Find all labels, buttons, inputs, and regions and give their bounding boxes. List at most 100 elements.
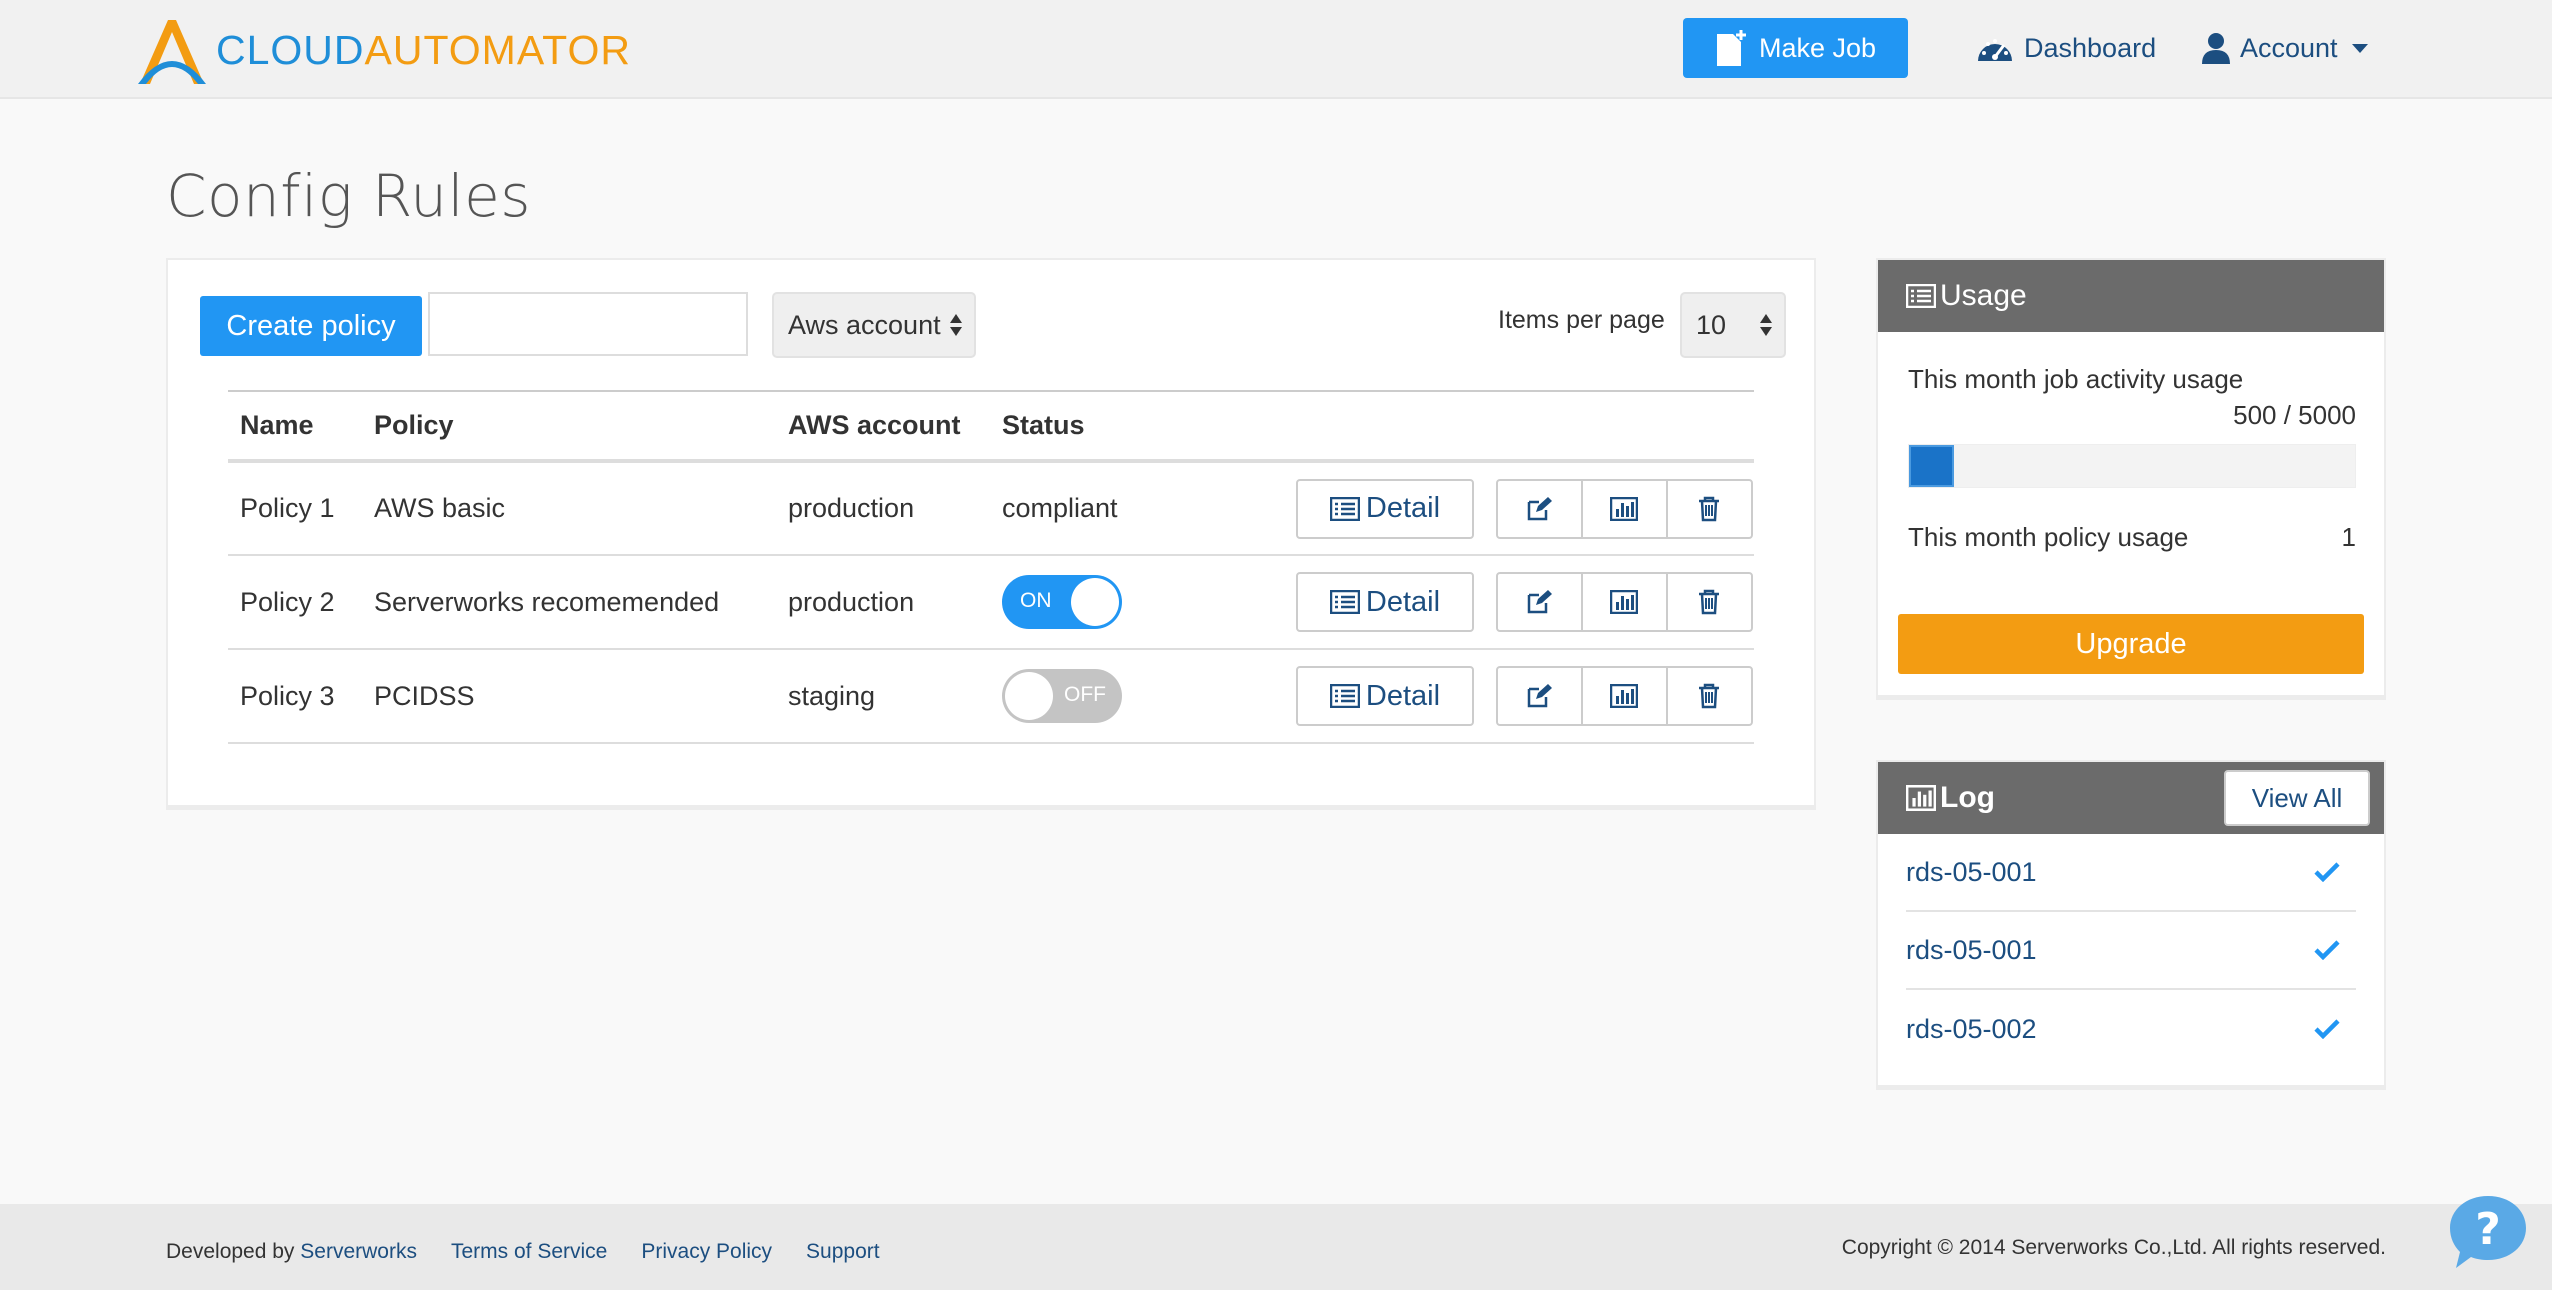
nav-account-label: Account	[2240, 32, 2338, 63]
delete-button[interactable]	[1665, 666, 1753, 726]
footer-links: Developed by Serverworks Terms of Servic…	[166, 1240, 880, 1264]
cell-aws-account: staging	[776, 649, 990, 744]
config-rules-panel: Create policy Aws account Items per page…	[166, 258, 1816, 810]
bar-chart-icon	[1906, 785, 1936, 811]
bar-chart-icon	[1610, 590, 1639, 614]
log-list: rds-05-001 rds-05-001 rds-05-002	[1878, 834, 2384, 1068]
stats-button[interactable]	[1580, 478, 1668, 539]
stats-button[interactable]	[1580, 666, 1668, 726]
edit-icon	[1527, 590, 1553, 614]
log-panel: Log View All rds-05-001 rds-05-001 rds-0…	[1876, 760, 2386, 1090]
privacy-link[interactable]: Privacy Policy	[641, 1240, 772, 1264]
copyright: Copyright © 2014 Serverworks Co.,Ltd. Al…	[1841, 1236, 2386, 1259]
aws-account-select-value: Aws account	[788, 309, 941, 340]
detail-button[interactable]: Detail	[1296, 478, 1474, 539]
list-icon	[1329, 684, 1360, 708]
toggle-knob	[1071, 578, 1119, 626]
detail-button[interactable]: Detail	[1296, 572, 1474, 632]
cell-name: Policy 3	[228, 649, 362, 744]
delete-button[interactable]	[1665, 572, 1753, 632]
toggle-knob	[1005, 672, 1053, 720]
create-policy-button[interactable]: Create policy	[200, 296, 422, 356]
cell-actions: Detail	[1284, 461, 1754, 556]
check-icon	[2314, 940, 2340, 960]
make-job-button[interactable]: Make Job	[1683, 18, 1908, 78]
detail-button[interactable]: Detail	[1296, 666, 1474, 726]
stats-button[interactable]	[1580, 572, 1668, 632]
toggle-label: OFF	[1064, 683, 1106, 706]
edit-button[interactable]	[1495, 666, 1583, 726]
cell-actions: Detail	[1284, 649, 1754, 744]
edit-button[interactable]	[1495, 572, 1583, 632]
table-row: Policy 2 Serverworks recomemended produc…	[228, 555, 1754, 650]
items-per-page-value: 10	[1696, 309, 1727, 340]
job-activity-progress-bar	[1908, 444, 2356, 488]
job-activity-value: 500 / 5000	[2233, 400, 2356, 430]
log-item-link[interactable]: rds-05-002	[1906, 1014, 2037, 1045]
policy-usage-label: This month policy usage	[1908, 522, 2189, 552]
serverworks-link[interactable]: Serverworks	[300, 1240, 417, 1263]
table-header-row: Name Policy AWS account Status	[228, 391, 1754, 463]
developed-by-label: Developed by	[166, 1240, 295, 1263]
new-document-icon	[1716, 30, 1746, 66]
trash-icon	[1699, 589, 1720, 615]
column-header-policy: Policy	[362, 391, 776, 463]
detail-button-label: Detail	[1365, 679, 1441, 712]
detail-button-label: Detail	[1365, 585, 1441, 618]
caret-down-icon	[2351, 43, 2368, 53]
column-header-status: Status	[990, 391, 1284, 463]
edit-icon	[1527, 684, 1553, 708]
list-item[interactable]: rds-05-001	[1906, 912, 2356, 990]
usage-panel: Usage This month job activity usage 500 …	[1876, 258, 2386, 700]
log-item-link[interactable]: rds-05-001	[1906, 857, 2037, 888]
upgrade-button[interactable]: Upgrade	[1898, 614, 2364, 674]
select-arrows-icon	[1760, 314, 1772, 336]
items-per-page-select[interactable]: 10	[1680, 292, 1786, 358]
list-item[interactable]: rds-05-001	[1906, 834, 2356, 912]
trash-icon	[1699, 496, 1720, 521]
log-item-link[interactable]: rds-05-001	[1906, 935, 2037, 966]
top-navbar: CLOUDAUTOMATOR Make Job Dashboard Accoun…	[0, 0, 2552, 99]
column-header-aws-account: AWS account	[776, 391, 990, 463]
help-question-icon[interactable]: ?	[2448, 1194, 2528, 1270]
support-link[interactable]: Support	[806, 1240, 880, 1264]
terms-link[interactable]: Terms of Service	[451, 1240, 607, 1264]
user-icon	[2202, 33, 2230, 64]
developed-by: Developed by Serverworks	[166, 1240, 417, 1264]
status-toggle-off[interactable]: OFF	[1002, 669, 1122, 723]
row-action-group	[1495, 666, 1753, 726]
usage-panel-title: Usage	[1940, 279, 2027, 312]
cloudautomator-logo[interactable]: CLOUDAUTOMATOR	[134, 14, 631, 86]
row-action-group	[1495, 478, 1753, 539]
aws-account-select[interactable]: Aws account	[772, 292, 976, 358]
toggle-label: ON	[1020, 589, 1052, 612]
nav-dashboard[interactable]: Dashboard	[1976, 28, 2156, 68]
cell-policy: PCIDSS	[362, 649, 776, 744]
check-icon	[2314, 1019, 2340, 1039]
footer: Developed by Serverworks Terms of Servic…	[0, 1204, 2552, 1290]
logo-icon	[138, 20, 206, 84]
list-icon	[1329, 496, 1360, 521]
cell-status: compliant	[990, 461, 1284, 556]
detail-button-label: Detail	[1365, 492, 1441, 524]
config-rules-table: Name Policy AWS account Status Policy 1 …	[228, 390, 1754, 744]
list-icon	[1906, 284, 1936, 308]
edit-button[interactable]	[1495, 478, 1583, 539]
page-title: Config Rules	[166, 162, 531, 230]
cell-policy: AWS basic	[362, 461, 776, 556]
status-toggle-on[interactable]: ON	[1002, 575, 1122, 629]
search-input[interactable]	[428, 292, 748, 356]
list-item[interactable]: rds-05-002	[1906, 990, 2356, 1068]
column-header-actions	[1284, 391, 1754, 463]
table-row: Policy 1 AWS basic production compliant …	[228, 461, 1754, 556]
svg-text:?: ?	[2475, 1204, 2501, 1255]
nav-account-dropdown[interactable]: Account	[2202, 28, 2368, 68]
view-all-button[interactable]: View All	[2224, 770, 2370, 826]
delete-button[interactable]	[1665, 478, 1753, 539]
cell-name: Policy 2	[228, 555, 362, 650]
trash-icon	[1699, 683, 1720, 709]
cell-status: OFF	[990, 649, 1284, 744]
items-per-page-label: Items per page	[1498, 306, 1665, 334]
log-panel-header: Log View All	[1878, 762, 2384, 834]
check-icon	[2314, 862, 2340, 882]
